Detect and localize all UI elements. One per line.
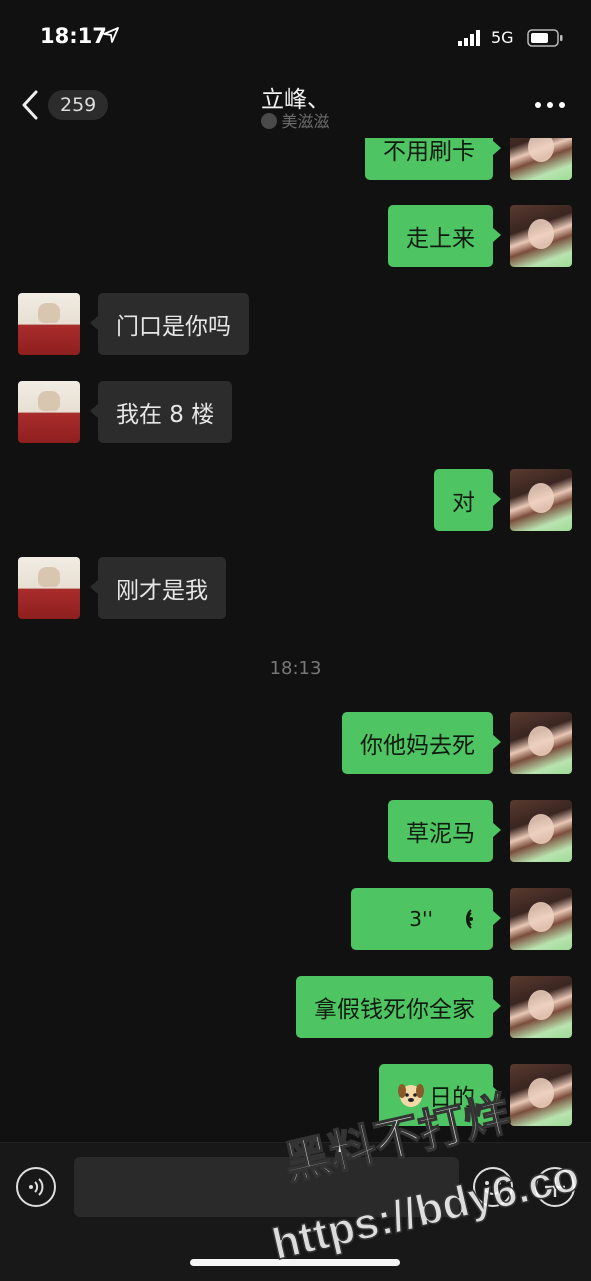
message-row: 门口是你吗	[0, 293, 591, 355]
message-input[interactable]	[74, 1157, 459, 1217]
message-row: 刚才是我	[0, 557, 591, 619]
message-bubble[interactable]: 日的	[379, 1064, 501, 1126]
status-bar: 18:17 5G	[0, 0, 591, 72]
chat-header: 259 立峰、 美滋滋	[0, 72, 591, 138]
message-row: 我在 8 楼	[0, 381, 591, 443]
message-bubble[interactable]: 草泥马	[388, 800, 501, 862]
chat-messages[interactable]: 不用刷卡 走上来 门口是你吗 我在 8 楼 对 刚才是我 18:13 你他妈去死…	[0, 138, 591, 1142]
my-avatar[interactable]	[510, 976, 572, 1038]
chat-subtitle-text: 美滋滋	[281, 112, 330, 131]
message-row: 拿假钱死你全家	[0, 976, 591, 1038]
message-row: 日的	[0, 1064, 591, 1126]
my-avatar[interactable]	[510, 800, 572, 862]
my-avatar[interactable]	[510, 469, 572, 531]
message-bubble[interactable]: 你他妈去死	[342, 712, 501, 774]
contact-avatar[interactable]	[18, 557, 80, 619]
dog-emoji-icon	[398, 1084, 424, 1107]
message-row: 草泥马	[0, 800, 591, 862]
message-row: 3''	[0, 888, 591, 950]
message-timestamp: 18:13	[269, 658, 322, 679]
my-avatar[interactable]	[510, 712, 572, 774]
message-bubble[interactable]: 门口是你吗	[90, 293, 249, 355]
message-bubble[interactable]: 刚才是我	[90, 557, 226, 619]
more-actions-button[interactable]	[535, 1167, 575, 1207]
message-row: 你他妈去死	[0, 712, 591, 774]
voice-wave-icon	[465, 909, 473, 929]
location-arrow-icon	[103, 27, 119, 43]
more-options-button[interactable]	[535, 102, 565, 110]
emoji-button[interactable]	[473, 1167, 513, 1207]
voice-input-toggle[interactable]	[16, 1167, 56, 1207]
my-avatar[interactable]	[510, 1064, 572, 1126]
wechat-icon	[261, 113, 278, 129]
message-bubble[interactable]: 拿假钱死你全家	[296, 976, 501, 1038]
network-label: 5G	[491, 28, 514, 47]
chat-subtitle: 美滋滋	[0, 108, 591, 132]
my-avatar[interactable]	[510, 138, 572, 180]
message-bubble[interactable]: 对	[434, 469, 501, 531]
message-bubble[interactable]: 我在 8 楼	[89, 381, 233, 443]
smiley-icon	[484, 1181, 502, 1195]
battery-icon	[527, 29, 563, 47]
message-row: 对	[0, 469, 591, 531]
message-bubble[interactable]: 走上来	[388, 205, 501, 267]
message-row: 不用刷卡	[0, 138, 591, 180]
message-text: 日的	[429, 1085, 475, 1111]
contact-avatar[interactable]	[18, 381, 80, 443]
status-time: 18:17	[40, 24, 107, 48]
my-avatar[interactable]	[510, 205, 572, 267]
voice-duration: 3''	[409, 907, 433, 931]
contact-avatar[interactable]	[18, 293, 80, 355]
voice-message-bubble[interactable]: 3''	[351, 888, 501, 950]
home-indicator	[190, 1259, 400, 1266]
message-bubble[interactable]: 不用刷卡	[365, 138, 501, 180]
signal-icon	[458, 30, 480, 46]
my-avatar[interactable]	[510, 888, 572, 950]
plus-icon	[545, 1177, 565, 1197]
message-row: 走上来	[0, 205, 591, 267]
voice-wave-icon	[29, 1178, 44, 1196]
